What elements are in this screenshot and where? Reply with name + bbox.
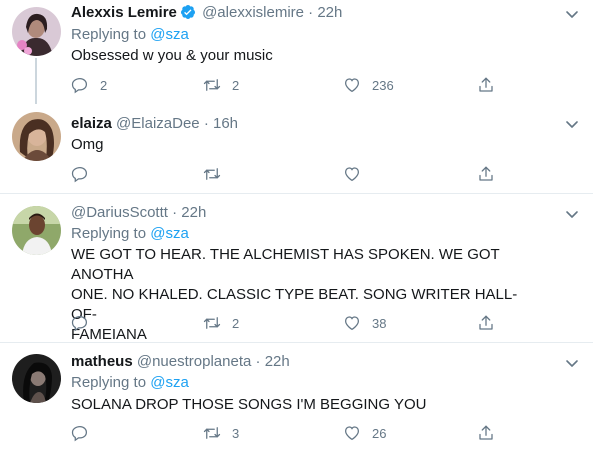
like-button[interactable]: 236 (343, 75, 394, 95)
replying-to: Replying to @sza (71, 224, 189, 244)
reply-count: 2 (100, 77, 108, 93)
replying-to-label: Replying to (71, 26, 151, 43)
like-icon (344, 426, 360, 441)
like-icon (344, 78, 360, 93)
chevron-down-icon[interactable] (565, 117, 579, 131)
replying-to-label: Replying to (71, 374, 151, 391)
tweet-elaiza[interactable]: elaiza @ElaizaDee · 16h Omg (0, 104, 593, 192)
retweet-count: 2 (232, 315, 240, 331)
timestamp[interactable]: 16h (213, 115, 238, 132)
timestamp[interactable]: 22h (181, 204, 206, 221)
user-handle[interactable]: @alexxislemire (202, 4, 304, 21)
tweet-matheus[interactable]: matheus @nuestroplaneta · 22h Replying t… (0, 343, 593, 455)
retweet-button[interactable] (203, 164, 232, 184)
like-icon (344, 316, 360, 331)
reply-button[interactable]: 2 (71, 75, 107, 95)
avatar[interactable] (12, 7, 61, 56)
share-icon (479, 166, 493, 181)
chevron-down-icon[interactable] (565, 207, 579, 221)
reply-icon (71, 425, 88, 442)
retweet-icon (203, 317, 221, 329)
retweet-count: 3 (232, 425, 240, 441)
tweet-text-line: Obsessed w you & your music (71, 47, 273, 64)
reply-icon (71, 77, 88, 94)
display-name[interactable]: Alexxis Lemire (71, 4, 177, 21)
like-count: 236 (372, 77, 394, 93)
share-button[interactable] (477, 75, 495, 95)
retweet-button[interactable]: 3 (203, 423, 239, 443)
reply-button[interactable] (71, 164, 100, 184)
share-button[interactable] (477, 423, 495, 443)
like-button[interactable]: 26 (343, 423, 386, 443)
like-count: 38 (372, 315, 387, 331)
replying-to-mention[interactable]: @sza (150, 26, 189, 43)
tweet-darius[interactable]: @DariusScottt · 22h Replying to @sza WE … (0, 194, 593, 343)
tweet-text: Obsessed w you & your music (71, 46, 541, 66)
tweet-text: Omg (71, 135, 541, 155)
separator-dot: · (308, 4, 314, 21)
retweet-button[interactable]: 2 (203, 75, 239, 95)
reply-button[interactable] (71, 423, 100, 443)
user-handle[interactable]: @nuestroplaneta (137, 353, 251, 370)
user-handle[interactable]: @DariusScottt (71, 204, 168, 221)
tweet-text: SOLANA DROP THOSE SONGS I'M BEGGING YOU (71, 395, 541, 415)
reply-button[interactable] (71, 313, 100, 333)
tweet-header: matheus @nuestroplaneta · 22h (71, 352, 290, 372)
replying-to-label: Replying to (71, 225, 151, 242)
avatar[interactable] (12, 354, 61, 403)
tweet-header: Alexxis Lemire @alexxislemire · 22h (71, 3, 342, 23)
retweet-icon (203, 79, 221, 91)
retweet-button[interactable]: 2 (203, 313, 239, 333)
share-icon (479, 425, 493, 440)
tweet-header: @DariusScottt · 22h (71, 203, 206, 223)
tweet-text-line: Omg (71, 136, 104, 153)
tweet-actions (71, 164, 511, 184)
tweet-actions: 2 38 (71, 313, 511, 333)
retweet-icon (203, 168, 221, 180)
retweet-count: 2 (232, 77, 240, 93)
timestamp[interactable]: 22h (265, 353, 290, 370)
replying-to-mention[interactable]: @sza (150, 225, 189, 242)
replying-to: Replying to @sza (71, 373, 189, 393)
retweet-icon (203, 427, 221, 439)
tweet-alexxis[interactable]: Alexxis Lemire @alexxislemire · 22h Repl… (0, 0, 593, 104)
share-icon (479, 77, 493, 92)
tweet-text-line: WE GOT TO HEAR. THE ALCHEMIST HAS SPOKEN… (71, 246, 500, 283)
tweet-header: elaiza @ElaizaDee · 16h (71, 114, 238, 134)
share-icon (479, 315, 493, 330)
replying-to-mention[interactable]: @sza (150, 374, 189, 391)
reply-icon (71, 166, 88, 183)
user-handle[interactable]: @ElaizaDee (116, 115, 200, 132)
avatar[interactable] (12, 112, 61, 161)
avatar[interactable] (12, 206, 61, 255)
like-button[interactable]: 38 (343, 313, 386, 333)
separator-dot: · (255, 353, 261, 370)
chevron-down-icon[interactable] (565, 356, 579, 370)
timestamp[interactable]: 22h (317, 4, 342, 21)
replying-to: Replying to @sza (71, 25, 189, 45)
tweet-actions: 3 26 (71, 423, 511, 443)
verified-badge-icon (180, 4, 196, 20)
share-button[interactable] (477, 313, 495, 333)
reply-icon (71, 315, 88, 332)
like-icon (344, 167, 360, 182)
share-button[interactable] (477, 164, 495, 184)
separator-dot: · (203, 115, 209, 132)
tweet-actions: 2 2 236 (71, 75, 511, 95)
display-name[interactable]: matheus (71, 353, 133, 370)
thread-line (35, 58, 37, 104)
chevron-down-icon[interactable] (565, 7, 579, 21)
display-name[interactable]: elaiza (71, 115, 112, 132)
tweet-text-line: SOLANA DROP THOSE SONGS I'M BEGGING YOU (71, 396, 427, 413)
separator-dot: · (172, 204, 178, 221)
like-count: 26 (372, 425, 387, 441)
like-button[interactable] (343, 164, 372, 184)
